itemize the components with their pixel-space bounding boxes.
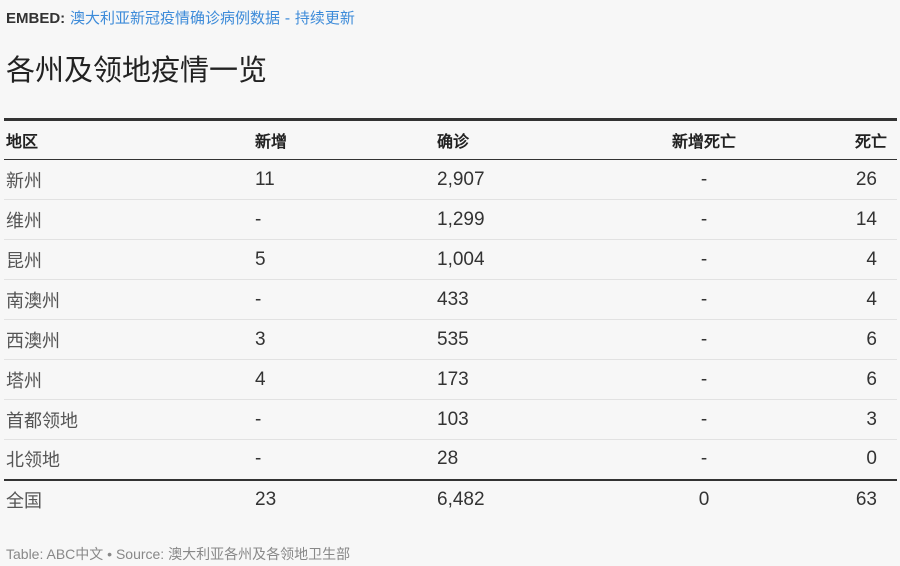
cell-deaths: 6 xyxy=(741,359,897,400)
cell-deaths: 26 xyxy=(741,159,897,200)
cell-new-deaths: - xyxy=(667,239,741,280)
header-new-deaths: 新增死亡 xyxy=(667,119,741,160)
cell-deaths: 4 xyxy=(741,279,897,320)
cell-deaths: 4 xyxy=(741,239,897,280)
cell-confirmed: 173 xyxy=(435,359,667,400)
cell-new: - xyxy=(253,399,435,440)
table-row: 新州 11 2,907 - 26 xyxy=(4,159,897,200)
embed-tag: EMBED: xyxy=(6,10,66,27)
cell-deaths: 3 xyxy=(741,399,897,440)
cell-deaths: 6 xyxy=(741,319,897,360)
cell-confirmed: 103 xyxy=(435,399,667,440)
cell-new-deaths: - xyxy=(667,199,741,240)
header-deaths: 死亡 xyxy=(741,119,897,160)
cell-new-deaths-value: - xyxy=(700,168,708,190)
table-row: 北领地 -28-0 xyxy=(4,439,897,481)
cell-region: 北领地 xyxy=(4,439,253,481)
cell-new-deaths: 0 xyxy=(667,480,741,520)
cell-region: 南澳州 xyxy=(4,279,253,320)
embed-header: EMBED: 澳大利亚新冠疫情确诊病例数据 - 持续更新 xyxy=(6,8,355,29)
cell-new-deaths: - xyxy=(667,359,741,400)
cell-new-deaths-value: 0 xyxy=(698,489,710,510)
cell-new-deaths: - xyxy=(667,319,741,360)
cell-region: 首都领地 xyxy=(4,399,253,440)
cases-table: 地区 新增 确诊 新增死亡 死亡 新州 11 2,907-26 维州 -1,299-14… xyxy=(4,118,897,520)
cell-new: 23 xyxy=(255,489,277,510)
cell-region: 新州 xyxy=(4,159,253,200)
page-title: 各州及领地疫情一览 xyxy=(6,53,268,87)
cell-region: 昆州 xyxy=(4,239,253,280)
table-row: 昆州 5 1,004 - 4 xyxy=(4,239,897,280)
cell-new-deaths-value: - xyxy=(700,248,708,270)
table-header-row: 地区 新增 确诊 新增死亡 死亡 xyxy=(4,119,897,160)
cell-new: 3 xyxy=(253,319,435,360)
table-total-row: 全国 23 6,482 0 63 xyxy=(4,480,897,520)
cell-new-deaths: - xyxy=(667,279,741,320)
cell-new-deaths: - xyxy=(667,399,741,440)
cell-deaths: 14 xyxy=(741,199,897,240)
cell-confirmed: 2,907 xyxy=(435,159,667,200)
cell-new: - xyxy=(253,199,435,240)
cell-confirmed: 433 xyxy=(435,279,667,320)
header-region: 地区 xyxy=(4,119,253,160)
cell-new-deaths-value: - xyxy=(700,448,708,470)
cell-new: - xyxy=(253,439,435,481)
cell-confirmed: 1,004 xyxy=(435,239,667,280)
cell-new: 5 xyxy=(253,239,435,280)
cell-new-deaths-value: - xyxy=(700,408,708,430)
cell-deaths: 63 xyxy=(855,489,877,510)
cell-new-deaths-value: - xyxy=(700,208,708,230)
table-footer-source: Table: ABC中文 • Source: 澳大利亚各州及各领地卫生部 xyxy=(6,546,351,562)
cell-deaths: 0 xyxy=(741,439,897,481)
table-row: 首都领地 -103-3 xyxy=(4,399,897,440)
cell-new-deaths: - xyxy=(667,159,741,200)
header-new: 新增 xyxy=(253,119,435,160)
header-confirmed: 确诊 xyxy=(435,119,667,160)
cell-confirmed: 6,482 xyxy=(437,489,485,510)
cell-new: 4 xyxy=(253,359,435,400)
cell-confirmed: 28 xyxy=(435,439,667,481)
table-row: 维州 -1,299-14 xyxy=(4,199,897,240)
cell-confirmed: 535 xyxy=(435,319,667,360)
cell-region: 维州 xyxy=(4,199,253,240)
cell-new: - xyxy=(253,279,435,320)
cell-region: 全国 xyxy=(6,491,42,512)
cell-new: 11 xyxy=(253,159,435,200)
cell-region: 塔州 xyxy=(4,359,253,400)
table-row: 南澳州 -433-4 xyxy=(4,279,897,320)
embed-link[interactable]: 澳大利亚新冠疫情确诊病例数据 - 持续更新 xyxy=(70,9,355,27)
cell-region: 西澳州 xyxy=(4,319,253,360)
cell-new-deaths-value: - xyxy=(700,288,708,310)
cell-new-deaths-value: - xyxy=(700,328,708,350)
table-row: 塔州 4 173 - 6 xyxy=(4,359,897,400)
header-new-deaths-label: 新增死亡 xyxy=(671,134,736,151)
cell-new-deaths-value: - xyxy=(700,368,708,390)
cell-new-deaths: - xyxy=(667,439,741,481)
cell-confirmed: 1,299 xyxy=(435,199,667,240)
table-row: 西澳州 3 535 - 6 xyxy=(4,319,897,360)
